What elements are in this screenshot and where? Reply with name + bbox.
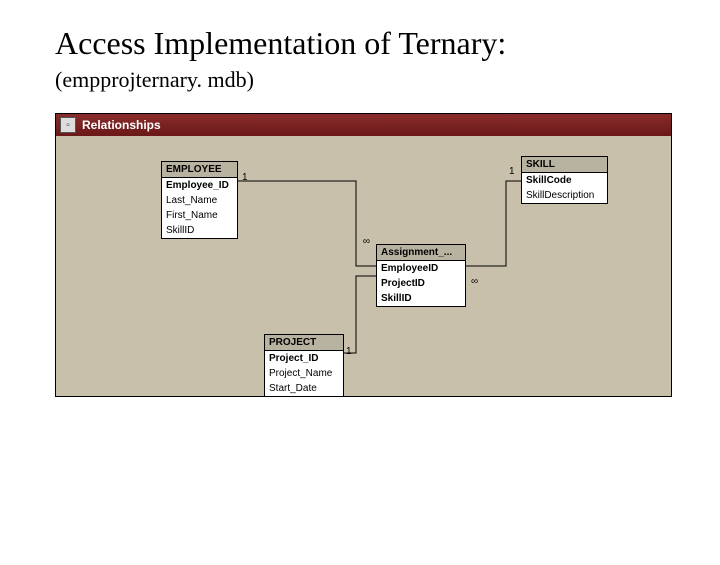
relationships-canvas[interactable]: EMPLOYEE Employee_ID Last_Name First_Nam… [56,136,671,396]
page-title: Access Implementation of Ternary: [55,25,720,62]
field-asg-employee-id[interactable]: EmployeeID [377,261,465,276]
field-project-name[interactable]: Project_Name [265,366,343,381]
cardinality-inf-asg-skill: ∞ [471,276,478,287]
field-employee-id[interactable]: Employee_ID [162,178,237,193]
window-icon: ▫ [60,117,76,133]
table-employee[interactable]: EMPLOYEE Employee_ID Last_Name First_Nam… [161,161,238,239]
cardinality-inf-employee-asg: ∞ [361,236,372,247]
page-subtitle: (empprojternary. mdb) [55,67,720,93]
field-asg-project-id[interactable]: ProjectID [377,276,465,291]
table-assignment-header: Assignment_... [377,245,465,261]
cardinality-one-skill: 1 [509,166,515,177]
field-skill-id[interactable]: SkillID [162,223,237,238]
relationships-window: ▫ Relationships EMPLOYEE Employee_ID Las… [55,113,672,397]
table-employee-header: EMPLOYEE [162,162,237,178]
table-project[interactable]: PROJECT Project_ID Project_Name Start_Da… [264,334,344,396]
field-asg-skill-id[interactable]: SkillID [377,291,465,306]
field-project-id[interactable]: Project_ID [265,351,343,366]
table-skill[interactable]: SKILL SkillCode SkillDescription [521,156,608,204]
table-project-header: PROJECT [265,335,343,351]
field-skill-code[interactable]: SkillCode [522,173,607,188]
table-skill-header: SKILL [522,157,607,173]
titlebar[interactable]: ▫ Relationships [56,114,671,136]
field-start-date[interactable]: Start_Date [265,381,343,396]
window-title: Relationships [82,118,161,132]
field-last-name[interactable]: Last_Name [162,193,237,208]
field-first-name[interactable]: First_Name [162,208,237,223]
cardinality-one-project: 1 [346,346,352,357]
field-skill-description[interactable]: SkillDescription [522,188,607,203]
table-assignment[interactable]: Assignment_... EmployeeID ProjectID Skil… [376,244,466,307]
cardinality-one-employee: 1 [242,172,248,183]
